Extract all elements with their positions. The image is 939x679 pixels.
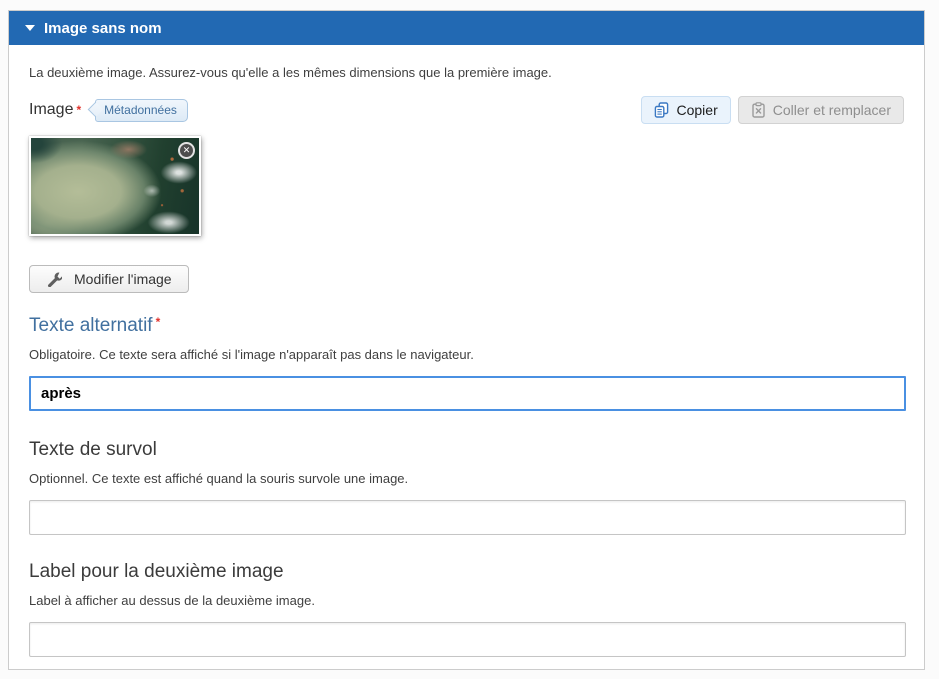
paste-button[interactable]: Coller et remplacer: [737, 96, 904, 124]
fieldset-title: Image sans nom: [44, 19, 162, 37]
alt-text-input[interactable]: [29, 376, 906, 411]
paste-button-label: Coller et remplacer: [772, 102, 891, 118]
wrench-icon: [48, 272, 62, 287]
alt-text-heading: Texte alternatif *: [29, 315, 904, 337]
fieldset-header[interactable]: Image sans nom: [9, 11, 924, 45]
alt-text-heading-label: Texte alternatif: [29, 315, 153, 336]
clipboard-button-group: Copier Coller et remplacer: [641, 96, 904, 124]
image-field-row: Image * Métadonnées Copier Coller et rem…: [29, 96, 904, 124]
hover-text-heading: Texte de survol: [29, 439, 157, 460]
metadata-badge[interactable]: Métadonnées: [95, 98, 188, 122]
required-asterisk: *: [76, 103, 82, 117]
second-image-label-input[interactable]: [29, 622, 906, 657]
edit-image-button-label: Modifier l'image: [74, 271, 172, 287]
fieldset-body: La deuxième image. Assurez-vous qu'elle …: [9, 65, 924, 677]
hover-text-description: Optionnel. Ce texte est affiché quand la…: [29, 471, 409, 486]
panel-description: La deuxième image. Assurez-vous qu'elle …: [29, 65, 552, 80]
hover-text-input[interactable]: [29, 500, 906, 535]
paste-icon: [752, 102, 765, 118]
second-image-label-heading: Label pour la deuxième image: [29, 561, 284, 582]
satellite-image-thumbnail: [31, 138, 199, 234]
image-fieldset: Image sans nom La deuxième image. Assure…: [8, 10, 925, 670]
copy-button-label: Copier: [676, 102, 718, 118]
collapse-caret-icon: [25, 25, 35, 31]
remove-image-icon[interactable]: ✕: [178, 142, 195, 159]
image-label-group: Image * Métadonnées: [29, 98, 188, 122]
required-asterisk: *: [155, 315, 161, 329]
image-thumbnail-frame: ✕: [29, 136, 201, 236]
edit-image-button[interactable]: Modifier l'image: [29, 265, 189, 293]
alt-text-description: Obligatoire. Ce texte sera affiché si l'…: [29, 347, 474, 362]
copy-button[interactable]: Copier: [641, 96, 731, 124]
image-field-label: Image: [29, 101, 74, 118]
copy-icon: [655, 102, 669, 118]
second-image-label-description: Label à afficher au dessus de la deuxièm…: [29, 593, 315, 608]
